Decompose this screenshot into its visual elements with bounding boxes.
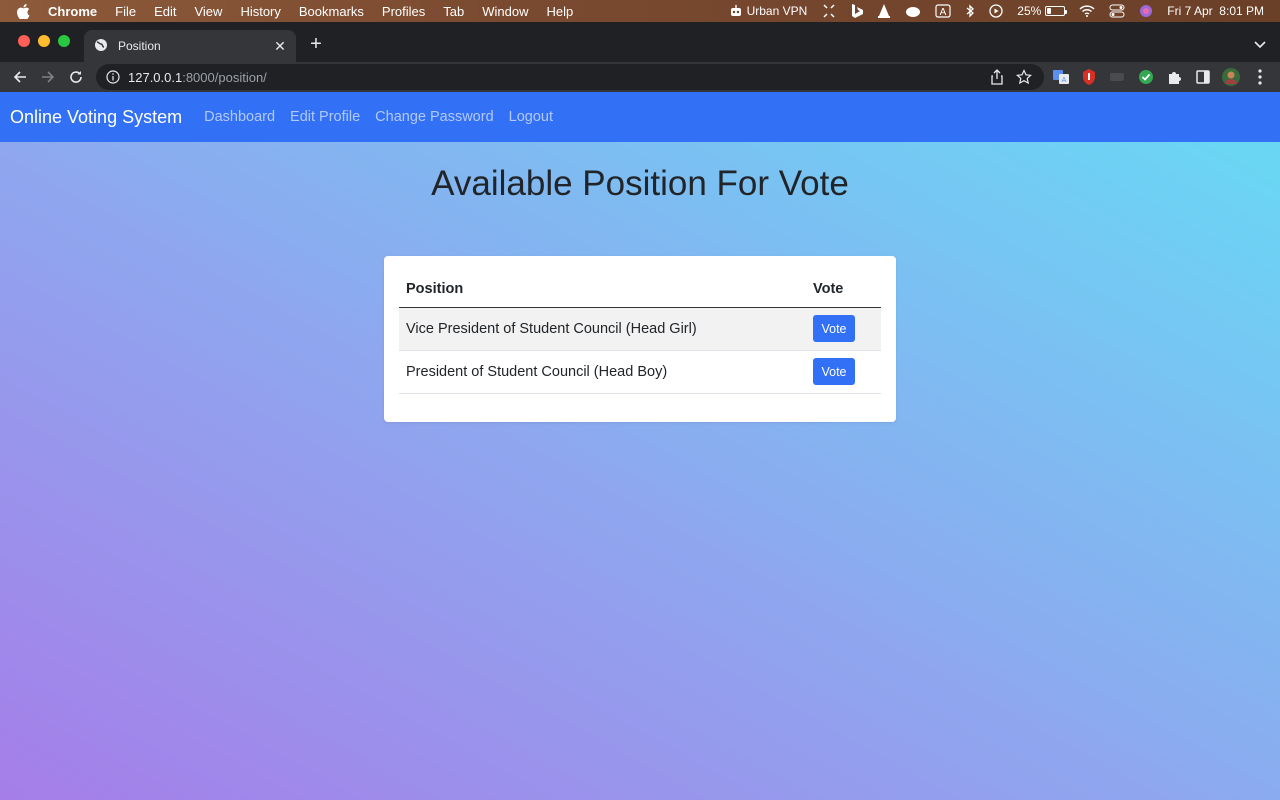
apple-icon[interactable] [16, 3, 30, 19]
screen-mirror-icon[interactable] [821, 4, 837, 18]
url-path: :8000/position/ [182, 69, 267, 85]
vlc-cone-icon[interactable] [877, 4, 891, 18]
chrome-menu-icon[interactable] [1251, 68, 1269, 86]
bluetooth-icon[interactable] [965, 4, 975, 18]
positions-table: Position Vote Vice President of Student … [399, 271, 881, 394]
table-row: Vice President of Student Council (Head … [399, 307, 881, 351]
menu-view[interactable]: View [194, 4, 222, 19]
vpn-label: Urban VPN [746, 4, 808, 18]
share-icon[interactable] [990, 69, 1004, 88]
menu-edit[interactable]: Edit [154, 4, 176, 19]
column-header-vote: Vote [806, 271, 881, 308]
wifi-icon[interactable] [1079, 5, 1095, 17]
battery-percent: 25% [1017, 4, 1042, 18]
svg-text:A: A [1062, 77, 1067, 84]
puzzle-extensions-icon[interactable] [1166, 68, 1184, 86]
address-bar[interactable]: 127.0.0.1:8000/position/ [96, 64, 1044, 90]
vote-button[interactable]: Vote [813, 358, 855, 385]
column-header-position: Position [399, 271, 806, 308]
menu-window[interactable]: Window [482, 4, 528, 19]
svg-text:A: A [940, 7, 947, 18]
vote-cell: Vote [806, 350, 881, 394]
nav-link-logout[interactable]: Logout [509, 109, 553, 125]
table-header-row: Position Vote [399, 271, 881, 308]
menu-clock[interactable]: Fri 7 Apr 8:01 PM [1167, 4, 1264, 18]
zoom-window-button[interactable] [58, 35, 70, 47]
check-extension-icon[interactable] [1137, 68, 1155, 86]
menu-app-name[interactable]: Chrome [48, 4, 97, 19]
macos-menu-bar: Chrome File Edit View History Bookmarks … [0, 0, 1280, 22]
forward-arrow-icon[interactable] [40, 69, 56, 85]
menu-file[interactable]: File [115, 4, 136, 19]
vote-cell: Vote [806, 307, 881, 351]
nav-link-edit-profile[interactable]: Edit Profile [290, 109, 360, 125]
minimize-window-button[interactable] [38, 35, 50, 47]
translate-extension-icon[interactable]: A [1052, 68, 1070, 86]
tab-title: Position [118, 39, 161, 53]
bookmark-star-icon[interactable] [1016, 69, 1032, 88]
brand-link[interactable]: Online Voting System [10, 107, 182, 128]
urban-vpn-status[interactable]: Urban VPN [729, 4, 808, 18]
side-panel-icon[interactable] [1194, 68, 1212, 86]
page-title: Available Position For Vote [431, 164, 849, 203]
site-navbar: Online Voting System Dashboard Edit Prof… [0, 92, 1280, 142]
close-tab-icon[interactable]: ✕ [272, 38, 288, 54]
window-controls [18, 35, 70, 47]
menu-help[interactable]: Help [547, 4, 574, 19]
siri-icon[interactable] [1139, 4, 1153, 18]
tab-search-chevron-icon[interactable] [1254, 36, 1266, 54]
input-source-icon[interactable]: A [935, 4, 951, 18]
close-window-button[interactable] [18, 35, 30, 47]
site-info-icon[interactable] [106, 70, 120, 84]
nav-link-dashboard[interactable]: Dashboard [204, 109, 275, 125]
bing-icon[interactable] [851, 4, 864, 18]
menu-bookmarks[interactable]: Bookmarks [299, 4, 364, 19]
positions-card: Position Vote Vice President of Student … [384, 256, 896, 422]
url-host: 127.0.0.1 [128, 69, 183, 85]
page-content: Online Voting System Dashboard Edit Prof… [0, 92, 1280, 800]
nav-link-change-password[interactable]: Change Password [375, 109, 494, 125]
browser-toolbar: 127.0.0.1:8000/position/ A [0, 62, 1280, 92]
menu-tab[interactable]: Tab [443, 4, 464, 19]
profile-avatar[interactable] [1222, 68, 1240, 86]
menu-history[interactable]: History [240, 4, 280, 19]
position-name: Vice President of Student Council (Head … [399, 307, 806, 351]
table-row: President of Student Council (Head Boy) … [399, 350, 881, 394]
globe-icon [94, 38, 110, 54]
new-tab-button[interactable]: + [306, 34, 326, 54]
battery-status[interactable]: 25% [1017, 4, 1068, 18]
browser-tab-active[interactable]: Position ✕ [84, 30, 296, 62]
control-center-icon[interactable] [1109, 4, 1125, 18]
position-name: President of Student Council (Head Boy) [399, 350, 806, 394]
battery-fill [1047, 8, 1052, 14]
reload-icon[interactable] [68, 69, 84, 85]
browser-tab-strip: Position ✕ + [0, 22, 1280, 62]
cloud-app-icon[interactable] [905, 5, 921, 17]
play-circle-icon[interactable] [989, 4, 1003, 18]
vote-button[interactable]: Vote [813, 315, 855, 342]
adblock-extension-icon[interactable] [1080, 68, 1098, 86]
robot-icon [729, 4, 743, 18]
disabled-extension-icon[interactable] [1108, 68, 1126, 86]
back-arrow-icon[interactable] [12, 69, 28, 85]
battery-icon [1045, 6, 1068, 16]
menu-profiles[interactable]: Profiles [382, 4, 425, 19]
